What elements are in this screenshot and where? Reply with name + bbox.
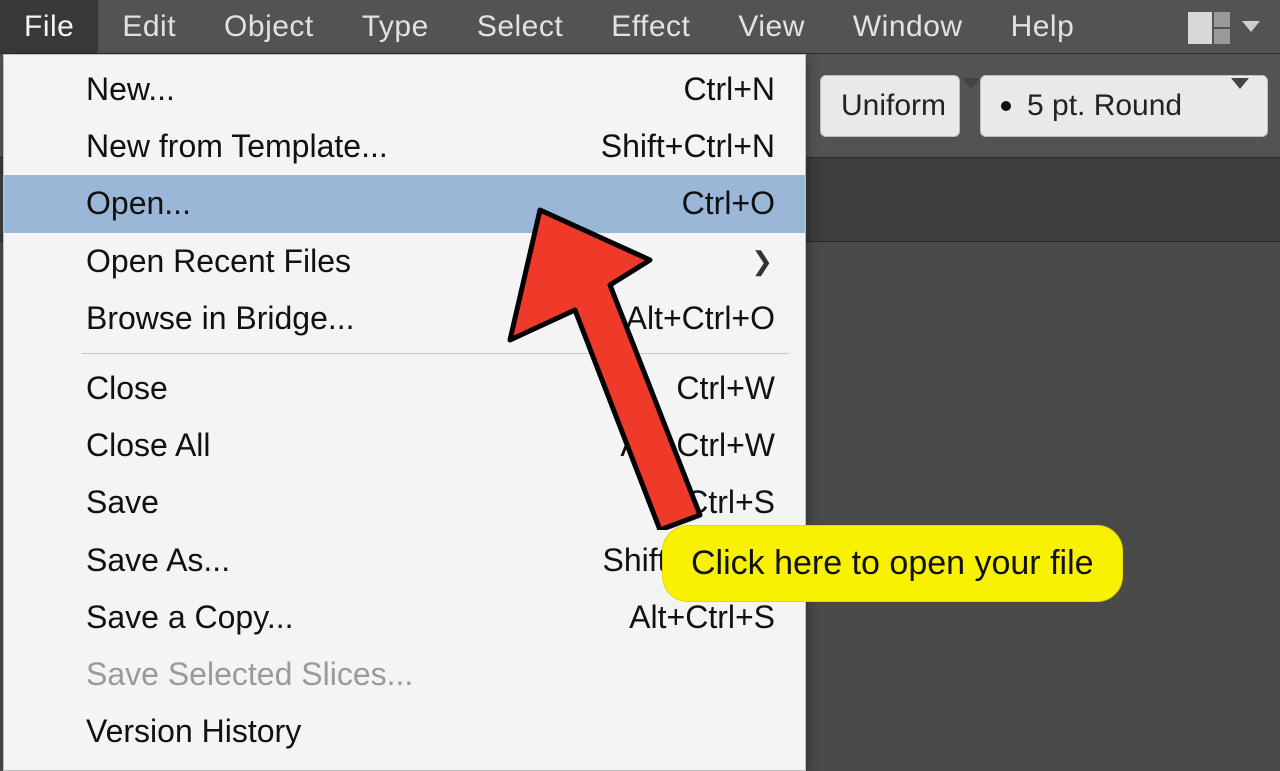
chevron-down-icon [1242,21,1260,32]
menu-item-browse-in-bridge[interactable]: Browse in Bridge... Alt+Ctrl+O [4,290,805,347]
chevron-down-icon [962,78,980,122]
menu-bar-item-effect[interactable]: Effect [587,0,714,53]
brush-swatch-icon [1001,101,1011,111]
shortcut-label: Ctrl+N [683,68,775,111]
shortcut-label: Ctrl+W [676,367,775,410]
menu-item-close[interactable]: Close Ctrl+W [4,360,805,417]
shortcut-label: Shift+Ctrl+N [601,125,775,168]
menu-bar: File Edit Object Type Select Effect View… [0,0,1280,54]
shortcut-label: Ctrl+O [682,182,775,225]
shortcut-label: Alt+Ctrl+W [620,424,775,467]
menu-item-save[interactable]: Save Ctrl+S [4,474,805,531]
menu-item-new[interactable]: New... Ctrl+N [4,61,805,118]
menu-item-open[interactable]: Open... Ctrl+O [4,175,805,232]
menu-bar-item-view[interactable]: View [714,0,828,53]
annotation-callout-text: Click here to open your file [691,544,1094,582]
submenu-arrow-icon: ❯ [751,244,775,279]
stroke-style-label: Uniform [841,89,946,123]
menu-item-save-selected-slices: Save Selected Slices... [4,646,805,703]
stroke-brush-dropdown[interactable]: 5 pt. Round [980,75,1268,137]
menu-item-version-history[interactable]: Version History [4,703,805,760]
shortcut-label: Alt+Ctrl+S [629,596,775,639]
menu-item-open-recent[interactable]: Open Recent Files ❯ [4,233,805,290]
menu-bar-item-file[interactable]: File [0,0,98,53]
annotation-callout: Click here to open your file [662,525,1123,602]
workspace-icon [1188,12,1228,42]
menu-bar-item-edit[interactable]: Edit [98,0,200,53]
shortcut-label: Ctrl+S [685,481,775,524]
shortcut-label: Alt+Ctrl+O [626,297,775,340]
menu-bar-item-type[interactable]: Type [338,0,453,53]
workspace-switcher[interactable] [1188,0,1280,53]
chevron-down-icon [1231,78,1249,122]
menu-separator [82,353,789,354]
menu-item-close-all[interactable]: Close All Alt+Ctrl+W [4,417,805,474]
menu-bar-item-help[interactable]: Help [987,0,1099,53]
stroke-brush-label: 5 pt. Round [1027,89,1182,123]
stroke-style-dropdown[interactable]: Uniform [820,75,960,137]
menu-bar-item-object[interactable]: Object [200,0,338,53]
file-menu-dropdown: New... Ctrl+N New from Template... Shift… [3,54,806,771]
menu-item-new-from-template[interactable]: New from Template... Shift+Ctrl+N [4,118,805,175]
menu-bar-item-select[interactable]: Select [453,0,587,53]
menu-bar-item-window[interactable]: Window [829,0,987,53]
